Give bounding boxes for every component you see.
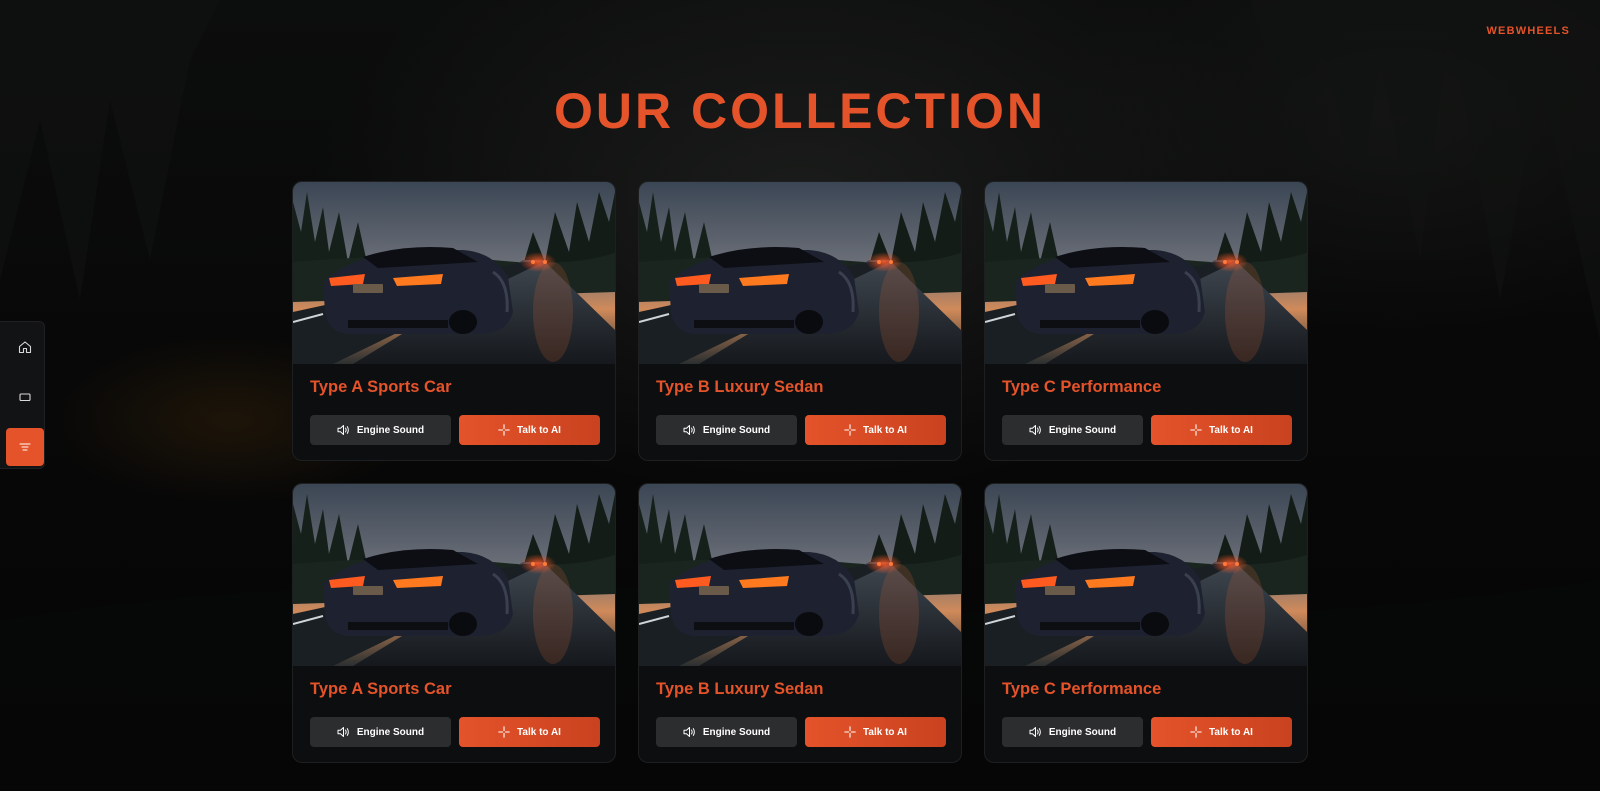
brand-logo[interactable]: WEBWHEELS (1486, 25, 1570, 37)
speaker-icon (337, 727, 349, 737)
talk-to-ai-label: Talk to AI (517, 424, 561, 436)
car-image (293, 484, 615, 666)
engine-sound-label: Engine Sound (702, 726, 771, 738)
sparkle-icon (844, 424, 856, 436)
engine-sound-button[interactable]: Engine Sound (1002, 415, 1143, 445)
engine-sound-button[interactable]: Engine Sound (310, 415, 451, 445)
talk-to-ai-button[interactable]: Talk to AI (459, 717, 600, 747)
talk-to-ai-button[interactable]: Talk to AI (805, 717, 946, 747)
car-card[interactable]: Type C Performance Engine Sound Talk to … (984, 483, 1308, 763)
sparkle-icon (844, 726, 856, 738)
car-image-art (639, 484, 961, 666)
speaker-icon (683, 727, 695, 737)
side-nav (0, 321, 45, 469)
engine-sound-button[interactable]: Engine Sound (656, 717, 797, 747)
talk-to-ai-label: Talk to AI (863, 726, 907, 738)
talk-to-ai-label: Talk to AI (1209, 726, 1253, 738)
window-icon (19, 393, 31, 402)
engine-sound-button[interactable]: Engine Sound (1002, 717, 1143, 747)
talk-to-ai-button[interactable]: Talk to AI (459, 415, 600, 445)
speaker-icon (1029, 425, 1041, 435)
engine-sound-label: Engine Sound (702, 424, 771, 436)
home-icon (18, 341, 32, 354)
engine-sound-button[interactable]: Engine Sound (310, 717, 451, 747)
car-image-art (985, 182, 1307, 364)
car-card-title: Type B Luxury Sedan (656, 680, 824, 698)
car-card[interactable]: Type C Performance Engine Sound Talk to … (984, 181, 1308, 461)
car-card-title: Type C Performance (1002, 680, 1162, 698)
car-image-art (293, 484, 615, 666)
talk-to-ai-button[interactable]: Talk to AI (1151, 717, 1292, 747)
page: WEBWHEELS OUR COLLECTION Type A Sports C… (0, 0, 1600, 791)
engine-sound-label: Engine Sound (356, 424, 425, 436)
speaker-icon (683, 425, 695, 435)
car-card[interactable]: Type A Sports Car Engine Sound Talk to A… (292, 181, 616, 461)
engine-sound-label: Engine Sound (1048, 424, 1117, 436)
talk-to-ai-button[interactable]: Talk to AI (805, 415, 946, 445)
engine-sound-label: Engine Sound (356, 726, 425, 738)
car-card[interactable]: Type B Luxury Sedan Engine Sound Talk to… (638, 181, 962, 461)
car-card[interactable]: Type B Luxury Sedan Engine Sound Talk to… (638, 483, 962, 763)
sparkle-icon (1190, 726, 1202, 738)
talk-to-ai-label: Talk to AI (1209, 424, 1253, 436)
speaker-icon (1029, 727, 1041, 737)
car-image (639, 182, 961, 364)
sparkle-icon (498, 726, 510, 738)
car-image (293, 182, 615, 364)
car-card-title: Type A Sports Car (310, 680, 452, 698)
talk-to-ai-label: Talk to AI (863, 424, 907, 436)
car-image-art (985, 484, 1307, 666)
engine-sound-button[interactable]: Engine Sound (656, 415, 797, 445)
nav-window-button[interactable] (6, 378, 44, 416)
talk-to-ai-label: Talk to AI (517, 726, 561, 738)
speaker-icon (337, 425, 349, 435)
car-card-title: Type C Performance (1002, 378, 1162, 396)
sparkle-icon (1190, 424, 1202, 436)
engine-sound-label: Engine Sound (1048, 726, 1117, 738)
page-title: OUR COLLECTION (554, 83, 1046, 139)
sparkle-icon (498, 424, 510, 436)
car-card-title: Type B Luxury Sedan (656, 378, 824, 396)
car-card-title: Type A Sports Car (310, 378, 452, 396)
car-image-art (293, 182, 615, 364)
car-image (985, 484, 1307, 666)
menu-icon (19, 443, 31, 451)
car-image (985, 182, 1307, 364)
car-image-art (639, 182, 961, 364)
nav-home-button[interactable] (6, 328, 44, 366)
nav-menu-button[interactable] (6, 428, 44, 466)
talk-to-ai-button[interactable]: Talk to AI (1151, 415, 1292, 445)
car-image (639, 484, 961, 666)
car-card[interactable]: Type A Sports Car Engine Sound Talk to A… (292, 483, 616, 763)
